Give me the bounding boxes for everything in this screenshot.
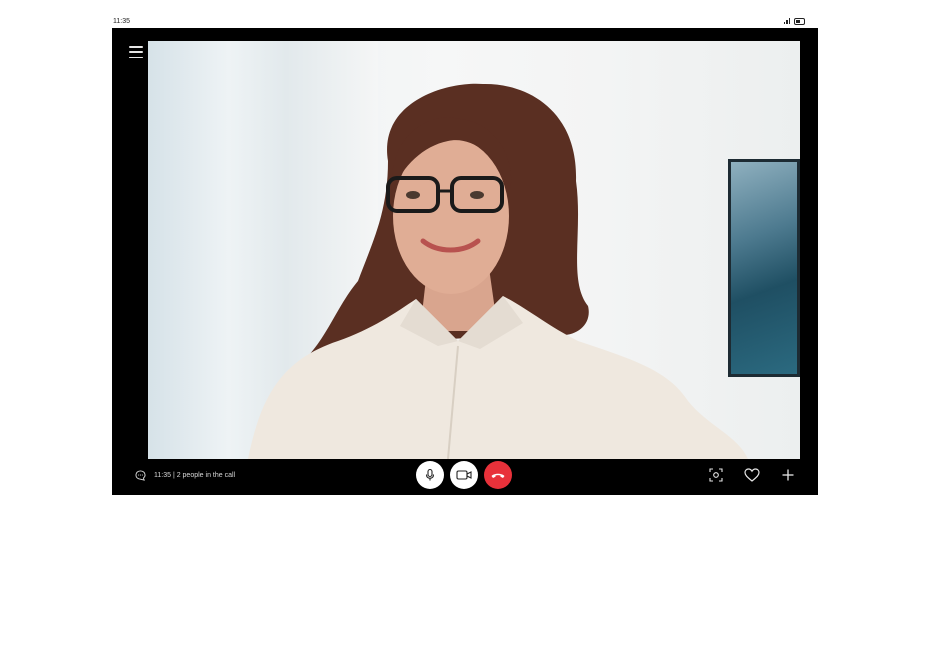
call-controls xyxy=(416,461,512,489)
call-extra-tools xyxy=(708,467,796,483)
video-toggle-button[interactable] xyxy=(450,461,478,489)
call-toolbar: 11:35 | 2 people in the call xyxy=(112,459,818,495)
mute-button[interactable] xyxy=(416,461,444,489)
signal-icon xyxy=(783,18,790,24)
add-participant-button[interactable] xyxy=(780,467,796,483)
battery-icon xyxy=(794,17,805,25)
remote-video-feed xyxy=(148,41,800,459)
status-bar: 11:35 xyxy=(113,14,819,28)
camera-focus-icon xyxy=(709,468,723,482)
video-call-window: 11:35 | 2 people in the call xyxy=(112,28,818,495)
end-call-button[interactable] xyxy=(484,461,512,489)
participant-video xyxy=(248,83,748,459)
status-indicators xyxy=(783,17,805,25)
call-status-text: 11:35 | 2 people in the call xyxy=(154,472,236,479)
video-camera-icon xyxy=(456,470,472,480)
end-call-icon xyxy=(491,473,505,478)
microphone-icon xyxy=(425,468,435,481)
status-time: 11:35 xyxy=(113,17,130,25)
heart-icon xyxy=(744,468,760,482)
chat-icon[interactable] xyxy=(135,470,146,481)
plus-icon xyxy=(782,469,794,481)
react-button[interactable] xyxy=(744,467,760,483)
call-info: 11:35 | 2 people in the call xyxy=(135,470,235,481)
screenshot-button[interactable] xyxy=(708,467,724,483)
menu-icon[interactable] xyxy=(129,46,143,58)
